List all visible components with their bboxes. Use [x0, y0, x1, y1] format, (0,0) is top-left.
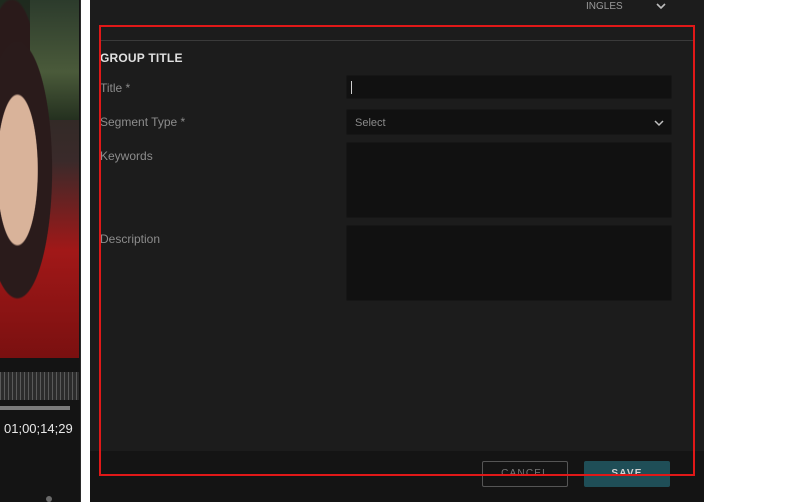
- text-caret: [351, 81, 352, 94]
- chevron-down-icon: [654, 120, 664, 127]
- keywords-label: Keywords: [100, 149, 153, 163]
- title-input[interactable]: [346, 75, 672, 99]
- chevron-down-icon[interactable]: [654, 0, 668, 13]
- form-header: INGLES: [100, 0, 694, 41]
- segment-type-placeholder: Select: [355, 117, 386, 129]
- title-label: Title *: [100, 81, 131, 95]
- scrub-bar[interactable]: [0, 406, 70, 410]
- keywords-textarea[interactable]: [346, 142, 672, 218]
- audio-waveform[interactable]: [0, 372, 79, 400]
- cancel-button[interactable]: CANCEL: [482, 461, 568, 487]
- video-subject: [0, 20, 58, 320]
- description-label: Description: [100, 232, 161, 246]
- segment-type-select[interactable]: Select: [346, 109, 672, 135]
- video-frame[interactable]: [0, 0, 79, 358]
- save-button[interactable]: SAVE: [584, 461, 670, 487]
- form-footer: CANCEL SAVE: [90, 451, 704, 502]
- video-player-panel: 01;00;14;29: [0, 0, 81, 502]
- description-textarea[interactable]: [346, 225, 672, 301]
- segment-form-panel: INGLES GROUP TITLE Title * Segment Type …: [90, 0, 704, 502]
- segment-type-label: Segment Type *: [100, 115, 186, 129]
- app-root: 01;00;14;29 INGLES GROUP TITLE Title * S…: [0, 0, 795, 502]
- language-selector-label[interactable]: INGLES: [586, 1, 623, 12]
- section-title: GROUP TITLE: [100, 51, 183, 65]
- control-icon[interactable]: [46, 496, 52, 502]
- timecode-display: 01;00;14;29: [4, 421, 73, 436]
